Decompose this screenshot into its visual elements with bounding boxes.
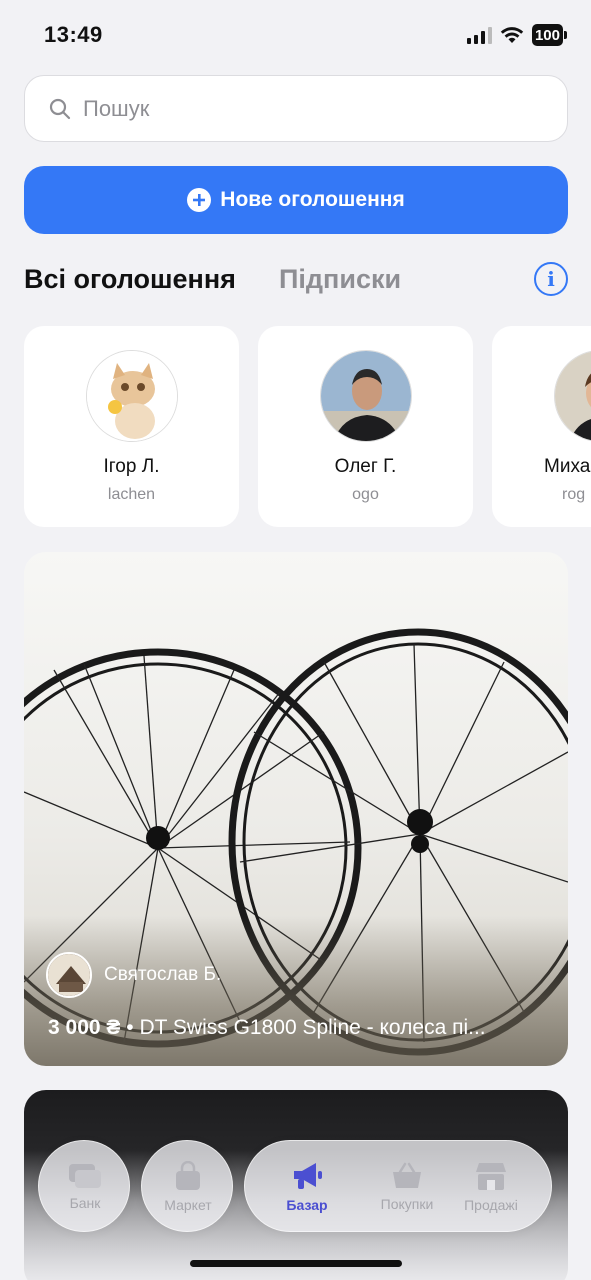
battery-level: 100: [531, 24, 563, 46]
avatar: [319, 350, 412, 442]
seller-card[interactable]: Ігор Л. lachen: [24, 326, 239, 527]
bottom-nav-group: Базар Покупки Продажі: [244, 1140, 552, 1232]
seller-card[interactable]: Миха rog: [492, 326, 591, 527]
status-time: 13:49: [44, 22, 103, 47]
seller-name: Олег Г.: [334, 456, 397, 477]
listing-seller[interactable]: Святослав Б.: [46, 952, 221, 998]
status-icons: 100: [466, 24, 567, 46]
nav-label: Покупки: [380, 1196, 434, 1212]
nav-bank-button[interactable]: Банк: [38, 1140, 130, 1232]
tab-subscriptions[interactable]: Підписки: [279, 264, 401, 295]
seller-handle: ogo: [352, 486, 379, 503]
avatar: [554, 350, 591, 442]
nav-label: Базар: [286, 1197, 328, 1213]
new-listing-button[interactable]: Нове оголошення: [24, 166, 568, 234]
plus-icon: [187, 188, 212, 212]
nav-label: Продажі: [464, 1197, 518, 1213]
nav-bazaar-button[interactable]: Базар: [245, 1141, 369, 1233]
listing-separator: •: [126, 1016, 134, 1039]
search-input[interactable]: Пошук: [24, 75, 568, 142]
cards-icon: [69, 1164, 101, 1188]
seller-card[interactable]: Олег Г. ogo: [258, 326, 473, 527]
status-bar: 13:49 100: [0, 0, 591, 70]
seller-name: Ігор Л.: [103, 456, 160, 477]
nav-sales-button[interactable]: Продажі: [445, 1141, 537, 1233]
seller-handle: rog: [562, 486, 586, 503]
search-placeholder: Пошук: [83, 95, 150, 121]
store-icon: [476, 1163, 506, 1190]
listing-card[interactable]: Святослав Б. 3 000 ₴ • DT Swiss G1800 Sp…: [24, 552, 568, 1066]
nav-purchases-button[interactable]: Покупки: [361, 1141, 453, 1233]
new-listing-label: Нове оголошення: [220, 188, 405, 211]
tab-all-listings[interactable]: Всі оголошення: [24, 264, 236, 295]
listing-summary: 3 000 ₴ • DT Swiss G1800 Spline - колеса…: [48, 1016, 548, 1040]
seller-carousel[interactable]: Ігор Л. lachen Олег Г. ogo Миха rog: [24, 326, 591, 528]
info-icon[interactable]: i: [534, 262, 568, 296]
avatar: [46, 952, 92, 998]
listing-tabs: Всі оголошення Підписки i: [24, 258, 568, 302]
basket-icon: [393, 1162, 421, 1188]
search-icon: [49, 98, 71, 119]
battery-icon: 100: [531, 24, 567, 46]
listing-title: DT Swiss G1800 Spline - колеса пі...: [139, 1016, 486, 1039]
listing-price: 3 000 ₴: [48, 1016, 121, 1039]
wifi-icon: [500, 27, 524, 43]
seller-handle: lachen: [107, 486, 156, 503]
cellular-signal-icon: [466, 26, 492, 44]
avatar: [85, 350, 178, 442]
nav-market-button[interactable]: Маркет: [141, 1140, 233, 1232]
nav-label: Маркет: [164, 1197, 212, 1213]
home-indicator: [190, 1260, 402, 1267]
megaphone-icon: [294, 1163, 322, 1189]
listing-seller-name: Святослав Б.: [104, 964, 222, 985]
bag-icon: [176, 1161, 200, 1190]
seller-name: Миха: [544, 456, 591, 477]
nav-label: Банк: [69, 1195, 101, 1211]
